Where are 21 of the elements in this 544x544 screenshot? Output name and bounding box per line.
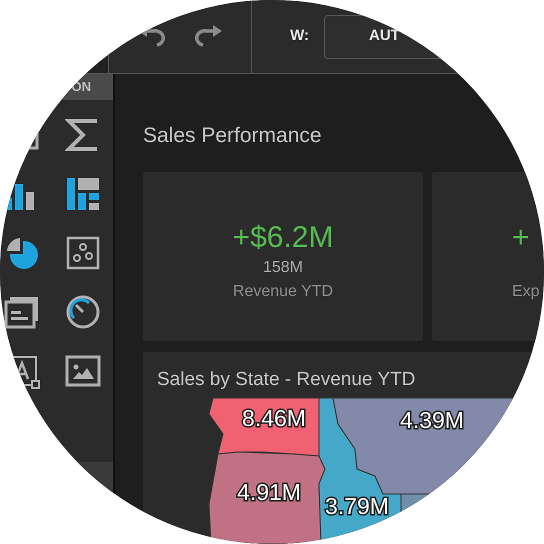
dashboard-title: Sales Performance [143,123,323,149]
gauge-icon[interactable] [65,294,101,330]
scatter-icon[interactable] [65,235,101,271]
image-icon[interactable] [65,353,101,389]
treemap-icon[interactable] [65,176,101,212]
kpi-label: Exp [512,282,540,302]
region-value: 4.39M [400,407,464,433]
region-value: 4.91M [237,479,301,505]
redo-icon[interactable] [195,24,224,48]
kpi-value: 158M [262,258,304,278]
map-title: Sales by State - Revenue YTD [156,368,416,392]
map-region[interactable] [208,398,320,457]
card-icon[interactable] [4,294,40,330]
kpi-label: Revenue YTD [232,282,334,302]
region-value: 8.46M [242,405,306,431]
width-label: W: [290,26,309,46]
kpi-delta: + [512,220,530,256]
kpi-delta: +$6.2M [232,220,334,256]
map-region[interactable] [208,452,326,544]
pie-chart-icon[interactable] [4,235,40,271]
region-value: 3.79M [325,493,389,519]
